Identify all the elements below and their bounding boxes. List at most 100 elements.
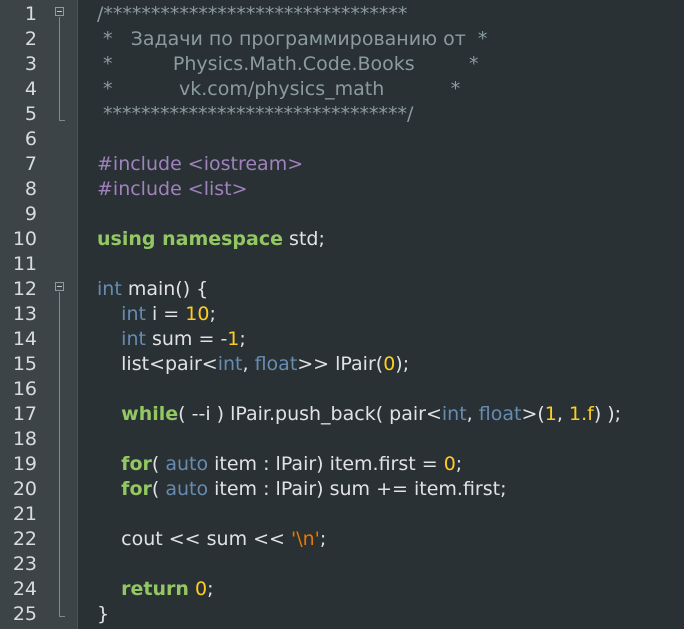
code-text: cout << sum << '\n';: [97, 527, 326, 552]
code-token: ( --i ) lPair.push_back( pair<: [178, 403, 442, 425]
code-text: int i = 10;: [97, 302, 216, 327]
code-line[interactable]: 6: [0, 127, 684, 152]
code-token: list<pair<: [97, 353, 218, 375]
code-token: ;: [239, 328, 246, 350]
code-token: >(: [521, 403, 545, 425]
code-line[interactable]: 11: [0, 252, 684, 277]
code-line[interactable]: 17 while( --i ) lPair.push_back( pair<in…: [0, 402, 684, 427]
line-number: 16: [12, 378, 37, 400]
code-token: int: [97, 278, 122, 300]
code-token: 0: [383, 353, 396, 375]
code-text: list<pair<int, float>> lPair(0);: [97, 352, 409, 377]
code-token: (: [151, 453, 166, 475]
code-token: auto: [165, 478, 209, 500]
line-number: 2: [24, 28, 37, 50]
code-token: i =: [145, 303, 186, 325]
line-number: 22: [12, 528, 37, 550]
code-token: ,: [556, 403, 569, 425]
code-token: 1: [544, 403, 557, 425]
code-line[interactable]: 14 int sum = -1;: [0, 327, 684, 352]
code-text: while( --i ) lPair.push_back( pair<int, …: [97, 402, 621, 427]
code-line[interactable]: 7 #include <iostream>: [0, 152, 684, 177]
code-token: cout << sum <<: [97, 528, 292, 550]
code-token: * vk.com/physics_math *: [97, 78, 461, 100]
code-text: for( auto item : lPair) sum += item.firs…: [97, 477, 506, 502]
line-number: 24: [12, 578, 37, 600]
line-number: 3: [24, 53, 37, 75]
code-line[interactable]: 20 for( auto item : lPair) sum += item.f…: [0, 477, 684, 502]
line-number: 13: [12, 303, 37, 325]
code-token: ;: [319, 528, 327, 550]
code-line[interactable]: 2 * Задачи по программированию от *: [0, 27, 684, 52]
code-line[interactable]: 5 ********************************/: [0, 102, 684, 127]
code-line[interactable]: 3 * Physics.Math.Code.Books *: [0, 52, 684, 77]
code-token: auto: [165, 453, 209, 475]
code-text: int main() {: [97, 277, 208, 302]
code-token: '\n': [291, 528, 320, 550]
line-number: 11: [12, 253, 37, 275]
code-line[interactable]: 22 cout << sum << '\n';: [0, 527, 684, 552]
code-token: ,: [242, 353, 255, 375]
code-line[interactable]: 19 for( auto item : lPair) item.first = …: [0, 452, 684, 477]
code-token: 0: [194, 578, 208, 600]
code-line[interactable]: 9: [0, 202, 684, 227]
code-line[interactable]: 24 return 0;: [0, 577, 684, 602]
line-number: 25: [12, 603, 37, 625]
code-token: 0: [443, 453, 456, 475]
code-token: item : lPair) item.first =: [208, 453, 444, 475]
code-token: item : lPair) sum += item.first;: [208, 478, 507, 500]
code-token: ********************************/: [97, 103, 414, 125]
code-token: );: [395, 353, 410, 375]
code-token: /********************************: [97, 3, 408, 25]
code-token: int: [121, 328, 146, 350]
code-token: return: [121, 578, 189, 600]
code-line[interactable]: 23: [0, 552, 684, 577]
line-number: 18: [12, 428, 37, 450]
code-line[interactable]: 16: [0, 377, 684, 402]
code-token: ;: [455, 453, 463, 475]
code-text: * vk.com/physics_math *: [97, 77, 460, 102]
code-token: 1.f: [568, 403, 594, 425]
line-number: 5: [24, 103, 37, 125]
code-token: for: [121, 478, 152, 500]
code-line[interactable]: 10 using namespace std;: [0, 227, 684, 252]
code-line[interactable]: 21: [0, 502, 684, 527]
line-number: 21: [12, 503, 37, 525]
code-line[interactable]: 18: [0, 427, 684, 452]
code-line[interactable]: 25}: [0, 602, 684, 627]
code-token: ,: [466, 403, 479, 425]
code-line[interactable]: 1 /********************************: [0, 2, 684, 27]
code-token: main() {: [121, 278, 209, 300]
code-token: }: [97, 603, 110, 625]
code-line[interactable]: 8 #include <list>: [0, 177, 684, 202]
code-line[interactable]: 12 int main() {: [0, 277, 684, 302]
code-token: 10: [185, 303, 210, 325]
code-line[interactable]: 15 list<pair<int, float>> lPair(0);: [0, 352, 684, 377]
code-text: /********************************: [97, 2, 407, 27]
line-number: 20: [12, 478, 37, 500]
code-editor[interactable]: 1/******************************** 2 * За…: [0, 0, 684, 629]
code-text: #include <iostream>: [97, 152, 303, 177]
code-token: * Physics.Math.Code.Books *: [97, 53, 479, 75]
code-token: ) );: [593, 403, 622, 425]
line-number: 19: [12, 453, 37, 475]
code-line[interactable]: 13 int i = 10;: [0, 302, 684, 327]
code-token: float: [478, 403, 522, 425]
line-number: 6: [24, 128, 37, 150]
code-token: std;: [283, 228, 325, 250]
code-text: using namespace std;: [97, 227, 325, 252]
code-token: while: [121, 403, 179, 425]
line-number: 9: [24, 203, 37, 225]
code-text: * Задачи по программированию от *: [97, 27, 487, 52]
code-text: ********************************/: [97, 102, 413, 127]
code-token: int: [121, 303, 146, 325]
code-token: ;: [207, 578, 214, 600]
line-number: 23: [12, 553, 37, 575]
code-text: int sum = -1;: [97, 327, 246, 352]
code-line[interactable]: 4 * vk.com/physics_math *: [0, 77, 684, 102]
